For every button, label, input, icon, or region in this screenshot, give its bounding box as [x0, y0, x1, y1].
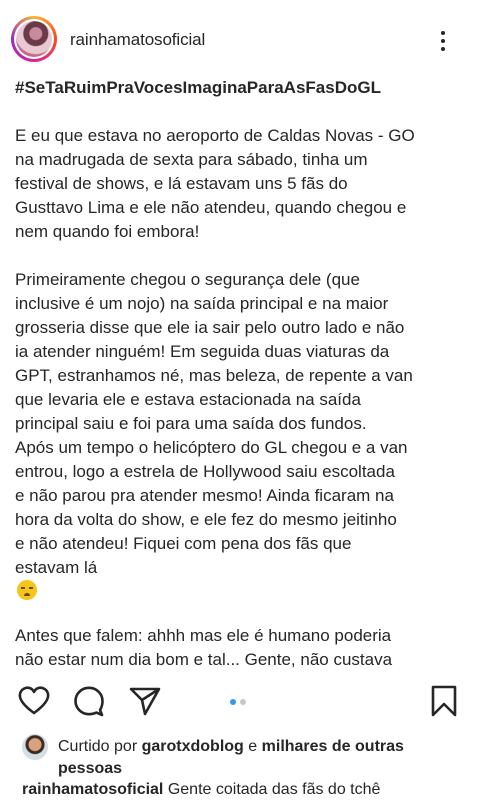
caption-line: Primeiramente chegou o segurança dele (q… — [15, 270, 360, 289]
post-username[interactable]: rainhamatosoficial — [70, 30, 205, 50]
caption-hashtag[interactable]: #SeTaRuimPraVocesImaginaParaAsFasDoGL — [15, 76, 470, 100]
comment-bubble-icon[interactable] — [72, 684, 106, 718]
likes-summary: Curtido por garotxdoblog e milhares de o… — [0, 732, 478, 778]
caption-line: nem quando foi embora! — [15, 222, 200, 241]
likes-text[interactable]: Curtido por garotxdoblog e milhares de o… — [58, 736, 468, 780]
bookmark-outline-icon[interactable] — [427, 684, 461, 718]
caption-line: E eu que estava no aeroporto de Caldas N… — [15, 126, 415, 145]
caption-line: ia atender ninguém! Em seguida duas viat… — [15, 342, 390, 361]
caption-line: grosseria disse que ele ia sair pelo out… — [15, 318, 405, 337]
paper-plane-icon[interactable] — [128, 684, 162, 718]
caption-line: Gusttavo Lima e ele não atendeu, quando … — [15, 198, 407, 217]
profile-avatar[interactable] — [11, 16, 57, 62]
heart-outline-icon[interactable] — [17, 684, 51, 718]
caption-line-last: estavam lá — [15, 556, 470, 600]
caption-line: Antes que falem: ahhh mas ele é humano p… — [15, 626, 392, 645]
likes-others-line2[interactable]: pessoas — [58, 760, 122, 777]
post-header: rainhamatosoficial — [0, 0, 478, 74]
caption-line: na madrugada de sexta para sábado, tinha… — [15, 150, 368, 169]
caption-line: hora da volta do show, e ele fez do mesm… — [15, 510, 397, 529]
caption-paragraph-1: E eu que estava no aeroporto de Caldas N… — [15, 124, 470, 244]
comment-row: rainhamatosoficial Gente coitada das fãs… — [22, 779, 472, 800]
caption-line: inclusive é um nojo) na saída principal … — [15, 294, 389, 313]
caption-line: que levaria ele e estava estacionada na … — [15, 390, 361, 409]
caption-line: festival de shows, e lá estavam uns 5 fã… — [15, 174, 348, 193]
caption-line: e não parou pra atender mesmo! Ainda fic… — [15, 486, 394, 505]
caption-line-text: estavam lá — [15, 558, 98, 577]
caption-line: principal saiu e foi para uma saída dos … — [15, 414, 367, 433]
post-action-bar — [0, 680, 478, 728]
caption-paragraph-2: Primeiramente chegou o segurança dele (q… — [15, 268, 470, 600]
caption-line: e não atendeu! Fiquei com pena dos fãs q… — [15, 534, 352, 553]
sleepy-face-icon — [17, 580, 37, 600]
caption-line: entrou, logo a estrela de Hollywood saiu… — [15, 462, 395, 481]
likes-prefix: Curtido por — [58, 738, 138, 755]
likes-others[interactable]: milhares de outras — [262, 738, 404, 755]
caption-paragraph-3: Antes que falem: ahhh mas ele é humano p… — [15, 624, 470, 672]
carousel-indicator — [228, 698, 252, 706]
carousel-dot — [240, 699, 246, 705]
comment-username[interactable]: rainhamatosoficial — [22, 781, 163, 798]
likes-connector: e — [248, 738, 258, 755]
caption-line: não estar num dia bom e tal... Gente, nã… — [15, 650, 393, 669]
post-caption: #SeTaRuimPraVocesImaginaParaAsFasDoGL E … — [15, 76, 470, 672]
more-options-icon[interactable] — [433, 27, 453, 55]
liker-avatar[interactable] — [22, 734, 48, 760]
carousel-dot-active — [230, 699, 236, 705]
liker-username[interactable]: garotxdoblog — [142, 738, 244, 755]
comment-text: Gente coitada das fãs do tchê — [167, 781, 381, 798]
caption-line: Após um tempo o helicóptero do GL chegou… — [15, 438, 408, 457]
caption-line: GPT, estranhamos né, mas beleza, de repe… — [15, 366, 413, 385]
